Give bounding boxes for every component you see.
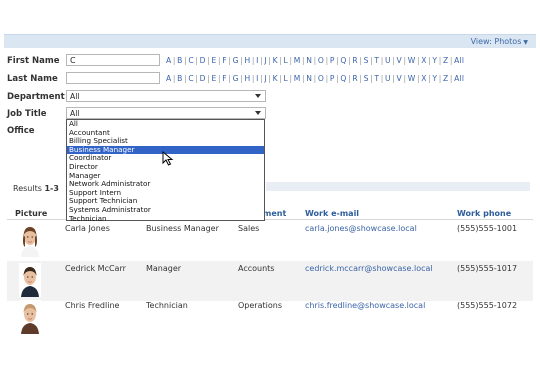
- person-photo: [19, 223, 41, 257]
- person-department: Sales: [238, 224, 260, 233]
- first-name-letter-link[interactable]: Q: [340, 56, 346, 65]
- first-name-letter-link[interactable]: K: [273, 56, 278, 65]
- column-picture: Picture: [15, 209, 48, 218]
- person-name[interactable]: Chris Fredline: [65, 301, 119, 310]
- person-email-link[interactable]: chris.fredline@showcase.local: [305, 301, 425, 310]
- chevron-down-icon: ▼: [523, 39, 528, 46]
- department-value: All: [70, 92, 80, 101]
- first-name-letter-link[interactable]: P: [330, 56, 335, 65]
- first-name-letter-link[interactable]: B: [177, 56, 182, 65]
- last-name-letter-link[interactable]: K: [273, 74, 278, 83]
- first-name-alphabet: A | B | C | D | E | F | G | H | I | J | K | L | M | N | O | P | Q | R | S | T |…: [166, 56, 464, 65]
- department-select[interactable]: All: [66, 90, 266, 102]
- first-name-letter-link[interactable]: All: [454, 56, 464, 65]
- person-title: Manager: [146, 264, 182, 273]
- first-name-input[interactable]: C: [66, 54, 160, 66]
- job-title-label: Job Title: [7, 109, 47, 119]
- job-title-option[interactable]: Technician: [67, 214, 264, 224]
- person-department: Operations: [238, 301, 282, 310]
- view-label: View:: [470, 37, 492, 46]
- last-name-letter-link[interactable]: D: [200, 74, 206, 83]
- job-title-value: All: [70, 109, 80, 118]
- person-photo: [19, 263, 41, 297]
- last-name-letter-link[interactable]: P: [330, 74, 335, 83]
- person-photo: [19, 300, 41, 334]
- table-row[interactable]: Chris Fredline Technician Operations chr…: [7, 298, 533, 338]
- department-label: Department: [7, 92, 65, 102]
- chevron-down-icon[interactable]: [255, 111, 261, 115]
- view-selector[interactable]: View: Photos ▼: [471, 37, 528, 46]
- last-name-letter-link[interactable]: B: [177, 74, 182, 83]
- person-phone: (555)555-1017: [457, 264, 518, 273]
- person-department: Accounts: [238, 264, 275, 273]
- job-title-select[interactable]: All: [66, 107, 266, 119]
- job-title-dropdown-list[interactable]: All Accountant Billing Specialist Business …: [66, 119, 265, 224]
- last-name-letter-link[interactable]: U: [385, 74, 391, 83]
- person-email-link[interactable]: cedrick.mccarr@showcase.local: [305, 264, 433, 273]
- mouse-cursor-icon: [162, 151, 174, 166]
- last-name-letter-link[interactable]: G: [233, 74, 239, 83]
- first-name-letter-link[interactable]: S: [364, 56, 369, 65]
- office-label: Office: [7, 126, 35, 136]
- last-name-label: Last Name: [7, 74, 58, 84]
- results-count: Results 1-3: [13, 184, 59, 193]
- last-name-letter-link[interactable]: Q: [340, 74, 346, 83]
- table-row[interactable]: Carla Jones Business Manager Sales carla…: [7, 221, 533, 261]
- person-title: Business Manager: [146, 224, 219, 233]
- person-name[interactable]: Cedrick McCarr: [65, 264, 126, 273]
- last-name-letter-link[interactable]: X: [421, 74, 426, 83]
- person-title: Technician: [146, 301, 188, 310]
- view-toolbar: View: Photos ▼: [4, 34, 536, 48]
- chevron-down-icon[interactable]: [255, 94, 261, 98]
- first-name-label: First Name: [7, 56, 60, 66]
- column-email[interactable]: Work e-mail: [305, 209, 359, 218]
- results-bar: [266, 182, 530, 191]
- table-row[interactable]: Cedrick McCarr Manager Accounts cedrick.…: [7, 261, 533, 301]
- column-phone[interactable]: Work phone: [457, 209, 511, 218]
- person-name[interactable]: Carla Jones: [65, 224, 110, 233]
- last-name-letter-link[interactable]: S: [364, 74, 369, 83]
- last-name-input[interactable]: [66, 72, 160, 84]
- view-value: Photos: [494, 37, 522, 46]
- last-name-alphabet: A | B | C | D | E | F | G | H | I | J | K | L | M | N | O | P | Q | R | S | T |…: [166, 74, 464, 83]
- person-phone: (555)555-1072: [457, 301, 518, 310]
- person-email-link[interactable]: carla.jones@showcase.local: [305, 224, 417, 233]
- first-name-letter-link[interactable]: X: [421, 56, 426, 65]
- last-name-letter-link[interactable]: All: [454, 74, 464, 83]
- first-name-letter-link[interactable]: G: [233, 56, 239, 65]
- results-range: 1-3: [44, 184, 59, 193]
- first-name-letter-link[interactable]: D: [200, 56, 206, 65]
- column-department[interactable]: ment: [263, 209, 286, 218]
- person-phone: (555)555-1001: [457, 224, 518, 233]
- first-name-letter-link[interactable]: U: [385, 56, 391, 65]
- results-prefix: Results: [13, 184, 42, 193]
